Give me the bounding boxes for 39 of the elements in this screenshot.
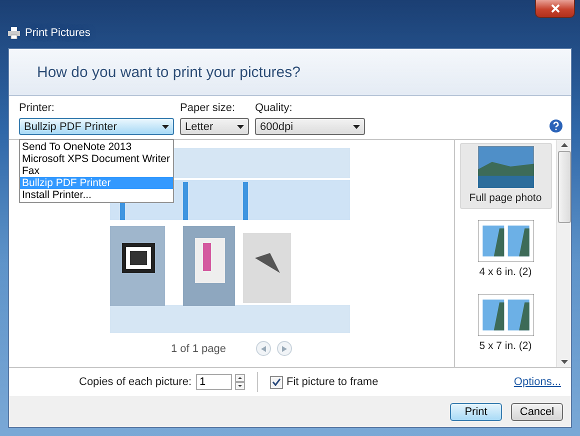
window-title: Print Pictures	[25, 27, 90, 39]
fit-label: Fit picture to frame	[286, 376, 378, 388]
caret-icon	[237, 124, 244, 128]
landscape-thumbnail	[478, 294, 534, 336]
scroll-down-icon[interactable]	[560, 360, 568, 364]
close-icon	[550, 4, 560, 13]
caret-icon	[353, 124, 360, 128]
close-button[interactable]	[535, 0, 575, 18]
scroll-thumb[interactable]	[558, 151, 570, 223]
printer-label: Printer:	[19, 102, 56, 114]
dialog-button[interactable]: Print	[450, 402, 502, 420]
paper-size-label: Paper size:	[180, 102, 236, 114]
printer-dropdown[interactable]: Bullzip PDF Printer	[19, 118, 174, 135]
printer-option[interactable]: Install Printer...	[20, 189, 173, 201]
quality-dropdown[interactable]: 600dpi	[255, 118, 365, 135]
quality-label: Quality:	[255, 102, 294, 114]
right-arrow-icon	[282, 346, 288, 352]
left-arrow-icon	[261, 346, 266, 352]
printer-option[interactable]: Microsoft XPS Document Writer	[20, 153, 173, 165]
printer-icon	[8, 27, 20, 39]
page-count: 1 of 1 page	[170, 342, 226, 354]
copies-label: Copies of each picture:	[79, 376, 192, 388]
caret-icon	[162, 124, 169, 128]
dialog-question: How do you want to print your pictures?	[37, 64, 300, 80]
landscape-thumbnail	[478, 146, 534, 188]
printer-option[interactable]: Fax	[20, 165, 173, 177]
paper-size-dropdown[interactable]: Letter	[180, 118, 249, 135]
fit-checkbox[interactable]	[270, 376, 283, 388]
printer-option[interactable]: Send To OneNote 2013	[20, 141, 173, 153]
spin-arrows-icon[interactable]	[234, 374, 245, 390]
landscape-thumbnail	[478, 220, 534, 262]
copies-field[interactable]: 1	[196, 374, 232, 390]
layout-option[interactable]: Full page photo	[460, 143, 552, 209]
options-link[interactable]: Options...	[514, 376, 561, 388]
scroll-up-icon[interactable]	[560, 143, 568, 147]
layout-option[interactable]: 5 x 7 in. (2)	[460, 291, 552, 357]
dialog-button[interactable]: Cancel	[511, 402, 563, 420]
help-icon[interactable]	[549, 119, 563, 133]
layout-option[interactable]: 4 x 6 in. (2)	[460, 217, 552, 283]
